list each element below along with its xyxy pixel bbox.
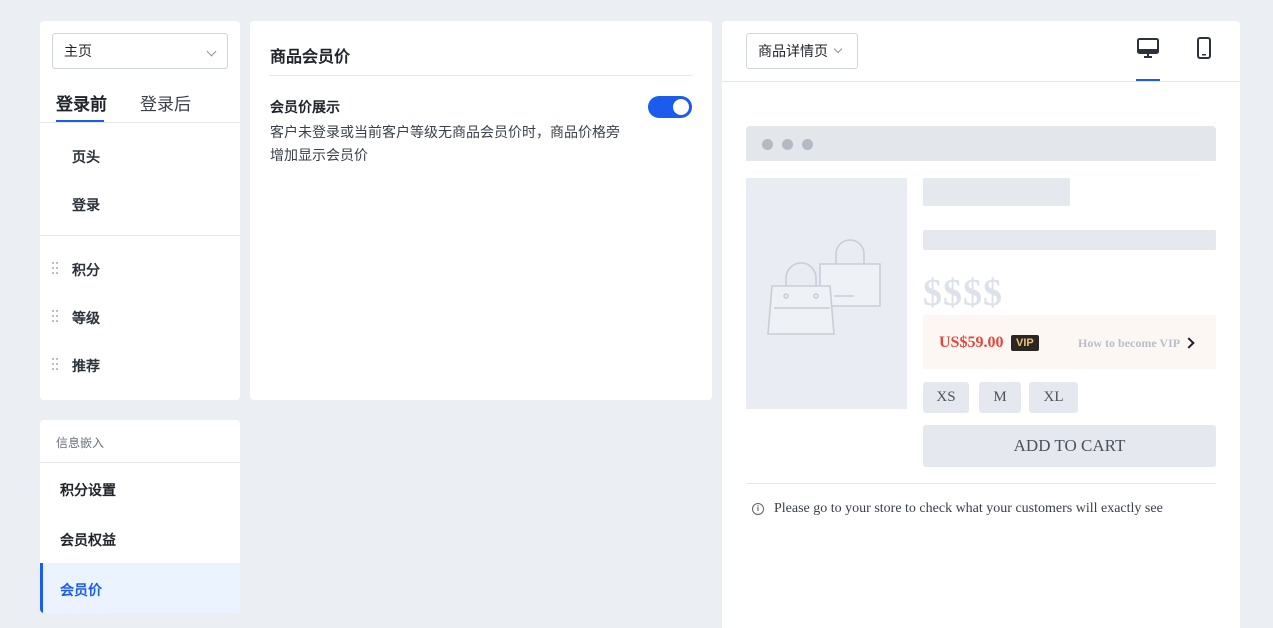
settings-title: 商品会员价 xyxy=(270,49,351,66)
window-dot xyxy=(782,139,793,150)
preview-header: 商品详情页 xyxy=(722,21,1240,82)
preview-panel: 商品详情页 $$$$ US$59.00 VIP How to become VI… xyxy=(722,21,1240,628)
mobile-icon[interactable] xyxy=(1191,35,1217,61)
preview-page-select-value: 商品详情页 xyxy=(758,43,828,59)
drag-handle-icon[interactable] xyxy=(52,358,58,370)
mock-browser-bar xyxy=(746,126,1216,161)
login-state-tabs: 登录前 登录后 xyxy=(40,81,240,123)
become-vip-link[interactable]: How to become VIP xyxy=(1078,336,1180,351)
active-indicator xyxy=(40,563,43,613)
chevron-down-icon xyxy=(206,46,217,57)
title-skeleton xyxy=(923,178,1070,206)
chevron-down-icon xyxy=(833,44,843,54)
settings-divider xyxy=(270,75,692,76)
option-title: 会员价展示 xyxy=(270,99,340,115)
member-price-strip: US$59.00 VIP How to become VIP xyxy=(923,315,1216,369)
preview-page-select[interactable]: 商品详情页 xyxy=(746,33,858,69)
drag-handle-icon[interactable] xyxy=(52,262,58,274)
section-nav-panel: 主页 登录前 登录后 页头 登录 积分 等级 推荐 xyxy=(40,21,240,400)
window-dot xyxy=(762,139,773,150)
nav-item-points[interactable]: 积分 xyxy=(72,260,100,280)
window-dot xyxy=(802,139,813,150)
tab-before-login[interactable]: 登录前 xyxy=(56,90,107,115)
embed-heading: 信息嵌入 xyxy=(56,436,105,450)
member-price-toggle[interactable] xyxy=(648,96,692,118)
shopping-bag-icon xyxy=(767,239,881,335)
tab-after-login[interactable]: 登录后 xyxy=(140,90,191,115)
toggle-knob xyxy=(673,99,689,115)
embed-item-member-price[interactable]: 会员价 xyxy=(40,563,240,613)
embed-item-member-benefits[interactable]: 会员权益 xyxy=(60,530,116,550)
size-option-m[interactable]: M xyxy=(979,382,1021,413)
info-icon: i xyxy=(752,503,764,515)
embed-item-points-settings[interactable]: 积分设置 xyxy=(60,480,116,500)
embed-panel: 信息嵌入 积分设置 会员权益 会员价 xyxy=(40,420,240,613)
preview-divider xyxy=(746,483,1216,484)
price-placeholder: $$$$ xyxy=(923,272,1003,314)
nav-divider xyxy=(40,235,240,236)
chevron-right-icon[interactable] xyxy=(1183,337,1195,349)
page-select-value: 主页 xyxy=(64,43,92,59)
vip-price: US$59.00 xyxy=(939,334,1004,351)
product-image-placeholder xyxy=(746,178,907,409)
option-description: 客户未登录或当前客户等级无商品会员价时，商品价格旁增加显示会员价 xyxy=(270,124,620,163)
preview-notice: Please go to your store to check what yo… xyxy=(774,501,1163,516)
nav-item-login[interactable]: 登录 xyxy=(72,195,100,215)
drag-handle-icon[interactable] xyxy=(52,310,58,322)
nav-item-level[interactable]: 等级 xyxy=(72,308,100,328)
desktop-icon[interactable] xyxy=(1135,35,1161,61)
embed-item-label: 会员价 xyxy=(60,582,102,598)
settings-panel: 商品会员价 会员价展示 客户未登录或当前客户等级无商品会员价时，商品价格旁增加显… xyxy=(250,21,712,400)
active-tab-indicator xyxy=(56,120,104,122)
add-to-cart-button[interactable]: ADD TO CART xyxy=(923,425,1216,467)
subtitle-skeleton xyxy=(923,230,1216,250)
nav-item-header[interactable]: 页头 xyxy=(72,147,100,167)
size-option-xl[interactable]: XL xyxy=(1029,382,1078,413)
nav-item-referral[interactable]: 推荐 xyxy=(72,356,100,376)
vip-badge: VIP xyxy=(1011,335,1039,351)
active-device-indicator xyxy=(1136,79,1160,81)
size-option-xs[interactable]: XS xyxy=(923,382,969,413)
page-select[interactable]: 主页 xyxy=(52,33,228,69)
embed-divider xyxy=(40,462,240,463)
